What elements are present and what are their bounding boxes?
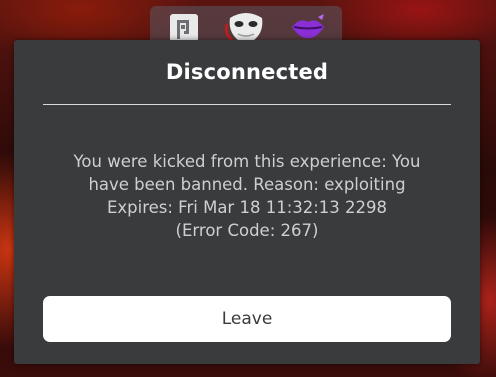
error-code: (Error Code: 267): [175, 221, 319, 240]
disconnect-dialog: Disconnected You were kicked from this e…: [14, 40, 480, 364]
kick-message: You were kicked from this experience: Yo…: [34, 150, 460, 242]
message-line: Expires: Fri Mar 18 11:32:13 2298: [106, 198, 388, 217]
dialog-title: Disconnected: [165, 60, 329, 84]
leave-button[interactable]: Leave: [43, 296, 451, 342]
message-line: You were kicked from this experience: Yo…: [73, 152, 421, 171]
message-line: have been banned. Reason: exploiting: [88, 175, 406, 194]
divider: [43, 104, 451, 105]
